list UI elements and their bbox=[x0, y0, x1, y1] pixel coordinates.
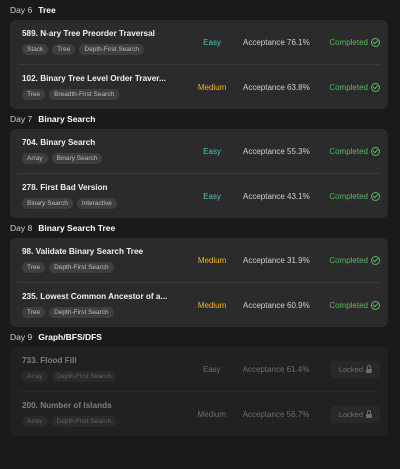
day-header: Day 8 Binary Search Tree bbox=[10, 218, 394, 238]
lock-icon bbox=[366, 364, 373, 373]
problem-row[interactable]: 235. Lowest Common Ancestor of a... Tree… bbox=[18, 283, 380, 327]
problem-row[interactable]: 589. N-ary Tree Preorder Traversal Stack… bbox=[18, 20, 380, 65]
acceptance-rate: Acceptance 60.9% bbox=[242, 300, 310, 310]
problem-row[interactable]: 98. Validate Binary Search Tree Tree Dep… bbox=[18, 238, 380, 283]
problem-row: 733. Flood Fill Array Depth-First Search… bbox=[18, 347, 381, 392]
acceptance-rate: Acceptance 55.3% bbox=[242, 146, 310, 156]
day-card: 589. N-ary Tree Preorder Traversal Stack… bbox=[10, 20, 388, 109]
status-completed: Completed bbox=[329, 191, 380, 201]
day-card-locked: 733. Flood Fill Array Depth-First Search… bbox=[10, 347, 388, 436]
problem-row[interactable]: 102. Binary Tree Level Order Traver... T… bbox=[18, 65, 380, 109]
problem-title[interactable]: 102. Binary Tree Level Order Traver... bbox=[22, 74, 179, 83]
locked-button[interactable]: Locked bbox=[330, 405, 381, 423]
day-topic: Binary Search Tree bbox=[38, 223, 116, 233]
problem-row: 200. Number of Islands Array Depth-First… bbox=[18, 392, 381, 436]
tag[interactable]: Tree bbox=[22, 262, 46, 273]
status-completed: Completed bbox=[329, 300, 380, 310]
check-circle-icon bbox=[371, 37, 380, 47]
problem-title: 733. Flood Fill bbox=[22, 356, 77, 365]
problem-title: 200. Number of Islands bbox=[22, 401, 112, 410]
status-completed: Completed bbox=[329, 255, 380, 265]
difficulty-label: Medium bbox=[197, 255, 227, 265]
problem-title[interactable]: 278. First Bad Version bbox=[22, 183, 179, 192]
tag[interactable]: Binary Search bbox=[51, 153, 103, 164]
locked-button[interactable]: Locked bbox=[330, 360, 381, 378]
difficulty-label: Medium bbox=[197, 82, 227, 92]
problem-title[interactable]: 704. Binary Search bbox=[22, 138, 179, 147]
difficulty-label: Medium bbox=[197, 409, 226, 419]
tag: Depth-First Search bbox=[51, 416, 117, 427]
tag[interactable]: Tree bbox=[22, 307, 46, 318]
tag[interactable]: Binary Search bbox=[22, 198, 73, 209]
tag: Array bbox=[22, 416, 48, 427]
study-plan-list: Day 6 Tree 589. N-ary Tree Preorder Trav… bbox=[0, 0, 400, 436]
tag[interactable]: Tree bbox=[52, 44, 76, 55]
tag[interactable]: Depth-First Search bbox=[79, 44, 144, 55]
day-topic: Binary Search bbox=[38, 114, 96, 124]
tag[interactable]: Interactive bbox=[76, 198, 117, 209]
problem-title[interactable]: 589. N-ary Tree Preorder Traversal bbox=[22, 29, 179, 38]
check-circle-icon bbox=[371, 300, 380, 310]
check-circle-icon bbox=[371, 255, 380, 265]
difficulty-label: Easy bbox=[202, 364, 221, 374]
day-card: 98. Validate Binary Search Tree Tree Dep… bbox=[10, 238, 388, 327]
tag[interactable]: Array bbox=[22, 153, 48, 164]
tag[interactable]: Depth-First Search bbox=[49, 307, 114, 318]
problem-title[interactable]: 235. Lowest Common Ancestor of a... bbox=[22, 292, 179, 301]
acceptance-rate: Acceptance 31.9% bbox=[242, 255, 310, 265]
problem-row[interactable]: 278. First Bad Version Binary Search Int… bbox=[18, 174, 380, 218]
difficulty-label: Easy bbox=[203, 37, 221, 47]
lock-icon bbox=[366, 409, 373, 418]
status-completed: Completed bbox=[329, 82, 380, 92]
day-header: Day 6 Tree bbox=[10, 0, 394, 20]
tag[interactable]: Depth-First Search bbox=[49, 262, 114, 273]
status-completed: Completed bbox=[329, 146, 380, 156]
day-number: Day 7 bbox=[10, 114, 33, 124]
difficulty-label: Medium bbox=[197, 300, 227, 310]
check-circle-icon bbox=[371, 82, 380, 92]
check-circle-icon bbox=[371, 191, 380, 201]
check-circle-icon bbox=[371, 146, 380, 156]
problem-row[interactable]: 704. Binary Search Array Binary Search E… bbox=[18, 129, 380, 174]
day-header: Day 7 Binary Search bbox=[10, 109, 394, 129]
tag[interactable]: Tree bbox=[22, 89, 46, 100]
tag[interactable]: Stack bbox=[22, 44, 49, 55]
status-completed: Completed bbox=[329, 37, 380, 47]
acceptance-rate: Acceptance 43.1% bbox=[242, 191, 310, 201]
day-topic: Tree bbox=[38, 5, 56, 15]
day-number: Day 8 bbox=[10, 223, 33, 233]
tag[interactable]: Breadth-First Search bbox=[49, 89, 120, 100]
problem-title[interactable]: 98. Validate Binary Search Tree bbox=[22, 247, 179, 256]
acceptance-rate: Acceptance 76.1% bbox=[242, 37, 310, 47]
tag: Depth-First Search bbox=[51, 371, 117, 382]
difficulty-label: Easy bbox=[203, 146, 221, 156]
day-topic: Graph/BFS/DFS bbox=[38, 332, 102, 342]
acceptance-rate: Acceptance 56.7% bbox=[242, 409, 310, 419]
day-header: Day 9 Graph/BFS/DFS bbox=[10, 327, 394, 347]
tag: Array bbox=[22, 371, 48, 382]
acceptance-rate: Acceptance 61.4% bbox=[242, 364, 310, 374]
difficulty-label: Easy bbox=[203, 191, 221, 201]
day-number: Day 6 bbox=[10, 5, 33, 15]
acceptance-rate: Acceptance 63.8% bbox=[242, 82, 310, 92]
day-number: Day 9 bbox=[10, 332, 33, 342]
day-card: 704. Binary Search Array Binary Search E… bbox=[10, 129, 388, 218]
